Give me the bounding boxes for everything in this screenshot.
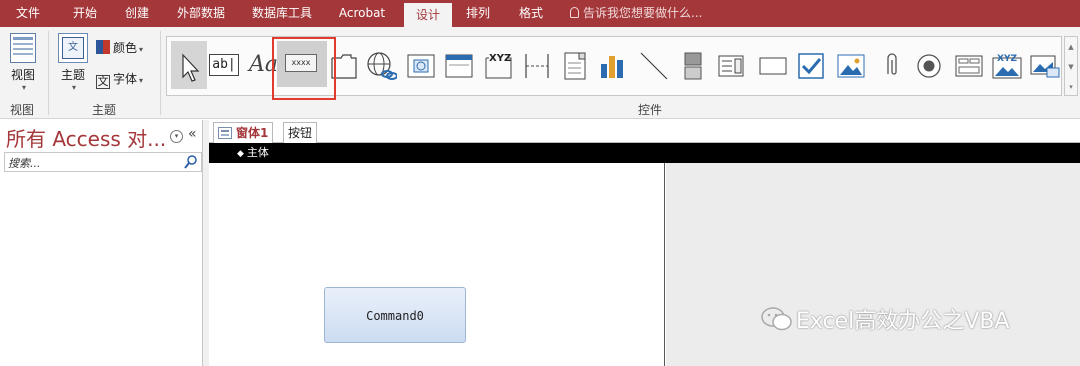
- list-box-icon[interactable]: [715, 50, 747, 82]
- page-break-icon[interactable]: [521, 50, 553, 82]
- nav-search-input[interactable]: 搜索...: [4, 152, 202, 172]
- watermark-text: Excel高效办公之VBA: [796, 309, 1010, 334]
- nav-collapse-button[interactable]: «: [188, 126, 197, 142]
- gallery-scroll-up-icon[interactable]: ▲: [1065, 37, 1077, 57]
- check-box-icon[interactable]: [795, 50, 827, 82]
- ribbon-tab-bar: 文件 开始 创建 外部数据 数据库工具 Acrobat 设计 排列 格式 告诉我…: [0, 0, 1080, 27]
- colors-label: 颜色: [113, 41, 138, 55]
- search-icon[interactable]: [183, 154, 199, 170]
- ribbon-body: 视图 ▾ 视图 文 主题 ▾ 颜色▾ 文字体▾ 主题 ab| Aa xxxx: [0, 27, 1080, 119]
- fonts-button[interactable]: 文字体 ▾: [96, 69, 143, 89]
- section-label: 主体: [246, 146, 269, 159]
- tab-acrobat[interactable]: Acrobat: [332, 0, 392, 27]
- separator: [48, 31, 49, 115]
- tab-home[interactable]: 开始: [66, 0, 104, 27]
- tab-form1-label: 窗体1: [236, 126, 269, 140]
- option-group-icon[interactable]: XYZ: [483, 50, 515, 82]
- tab-external-data[interactable]: 外部数据: [170, 0, 232, 27]
- section-arrow-icon: ◆: [237, 149, 244, 159]
- gallery-more-icon[interactable]: ▾: [1065, 77, 1077, 97]
- tab-database-tools[interactable]: 数据库工具: [246, 0, 318, 27]
- insert-image-icon[interactable]: [1029, 50, 1061, 82]
- option-button-icon[interactable]: [913, 50, 945, 82]
- tab-format[interactable]: 格式: [508, 0, 554, 27]
- gallery-scrollbar[interactable]: ▲ ▼ ▾: [1064, 36, 1078, 96]
- nav-search-placeholder: 搜索...: [8, 157, 41, 170]
- form-icon: [218, 127, 232, 139]
- view-dropdown-icon: ▾: [21, 83, 26, 92]
- gallery-scroll-down-icon[interactable]: ▼: [1065, 57, 1077, 77]
- themes-dropdown-icon: ▾: [71, 83, 76, 92]
- themes-icon: 文: [58, 33, 88, 63]
- tab-arrange[interactable]: 排列: [458, 0, 498, 27]
- rectangle-icon[interactable]: [757, 50, 789, 82]
- document-tab-bar: 窗体1 按钮: [209, 120, 1080, 143]
- image-icon[interactable]: [835, 50, 867, 82]
- svg-text:XYZ: XYZ: [997, 54, 1017, 64]
- fonts-label: 字体: [113, 72, 138, 86]
- tell-me-box[interactable]: 告诉我您想要做什么...: [570, 0, 702, 27]
- navigation-pane: 所有 Access 对... ▾ « 搜索...: [0, 120, 203, 366]
- tab-design[interactable]: 设计: [404, 3, 452, 27]
- fonts-icon: 文: [96, 75, 110, 89]
- hyperlink-icon[interactable]: [365, 50, 398, 82]
- themes-button-label: 主题: [60, 68, 85, 82]
- bound-object-frame-icon[interactable]: XYZ: [991, 50, 1023, 82]
- form-background-area: [666, 163, 1080, 366]
- toggle-button-icon[interactable]: [677, 50, 709, 82]
- chart-icon[interactable]: [597, 50, 629, 82]
- nav-menu-dropdown-icon[interactable]: ▾: [170, 130, 183, 143]
- svg-text:XYZ: XYZ: [489, 53, 511, 64]
- web-browser-icon[interactable]: [405, 50, 437, 82]
- tell-me-text: 告诉我您想要做什么...: [583, 6, 703, 20]
- text-box-icon[interactable]: ab|: [209, 50, 241, 82]
- highlight-box: [272, 37, 336, 100]
- subform-icon[interactable]: [953, 50, 985, 82]
- tab-create[interactable]: 创建: [118, 0, 156, 27]
- view-icon: [10, 33, 36, 63]
- fonts-dropdown-icon: ▾: [139, 76, 144, 85]
- navigation-control-icon[interactable]: [443, 50, 475, 82]
- separator: [160, 31, 161, 115]
- colors-dropdown-icon: ▾: [139, 45, 144, 54]
- select-pointer-icon[interactable]: [171, 41, 207, 89]
- nav-pane-title[interactable]: 所有 Access 对...: [6, 123, 166, 152]
- tab-file[interactable]: 文件: [10, 0, 46, 27]
- themes-group-label: 主题: [92, 103, 117, 117]
- colors-button[interactable]: 颜色 ▾: [96, 38, 143, 58]
- views-group-label: 视图: [10, 103, 35, 117]
- lightbulb-icon: [570, 7, 579, 18]
- themes-button[interactable]: 文 主题 ▾: [56, 33, 90, 92]
- colors-icon: [96, 40, 110, 54]
- tab-button[interactable]: 按钮: [283, 122, 318, 143]
- view-button-label: 视图: [10, 68, 35, 82]
- tab-form1[interactable]: 窗体1: [213, 122, 274, 143]
- combo-box-icon[interactable]: [561, 50, 593, 82]
- line-icon[interactable]: [637, 50, 669, 82]
- view-button[interactable]: 视图 ▾: [6, 33, 40, 92]
- detail-section-bar[interactable]: ◆ 主体: [209, 143, 1080, 163]
- command-button[interactable]: Command0: [324, 287, 466, 343]
- attachment-icon[interactable]: [875, 50, 907, 82]
- controls-group-label: 控件: [638, 103, 663, 117]
